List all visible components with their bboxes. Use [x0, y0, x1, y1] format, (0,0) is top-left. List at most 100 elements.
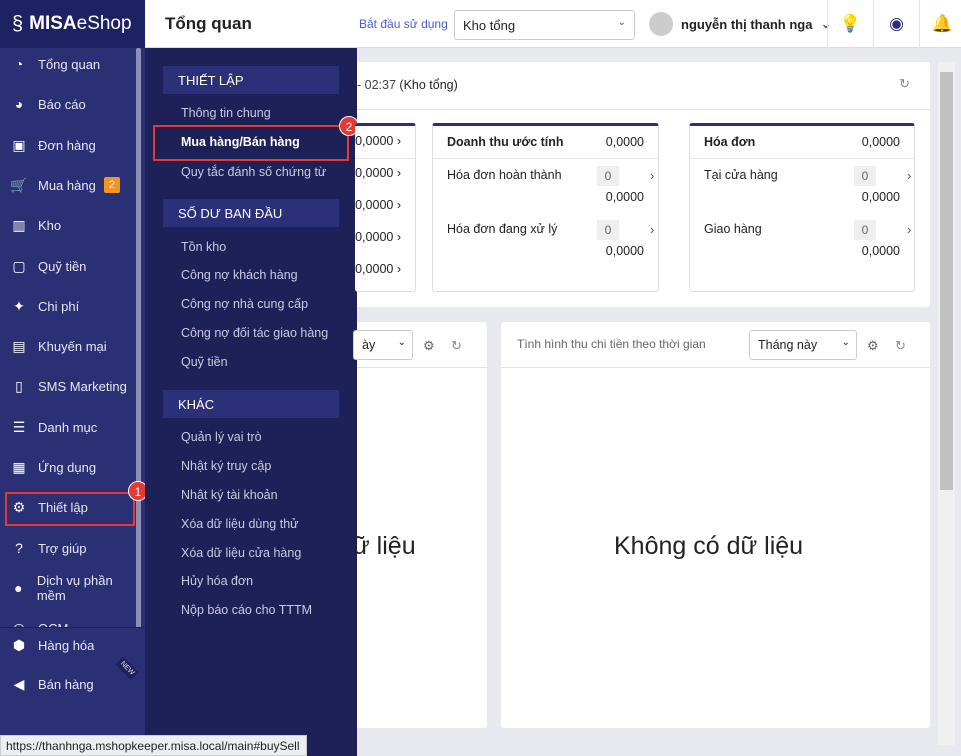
chevron-right-icon: ›	[396, 262, 401, 276]
sidebar-bottom-item-0[interactable]: ⬢ Hàng hóa	[0, 628, 138, 662]
row-label: Giao hàng	[704, 222, 762, 236]
refresh-icon[interactable]: ↻	[899, 76, 910, 92]
row-count: 0	[854, 166, 876, 186]
row-label: Hóa đơn hoàn thành	[447, 168, 562, 182]
gift-icon: ▤	[12, 337, 26, 354]
sidebar-scrollbar[interactable]	[136, 48, 141, 674]
row-count: 0	[597, 166, 619, 186]
cart-icon: 🛒	[10, 176, 28, 193]
sidebar-bottom-item-1[interactable]: ◀ Bán hàng NEW	[0, 656, 139, 701]
summary-value[interactable]: 0,0000 ›	[355, 230, 401, 244]
sidebar-item-8[interactable]: ▯ SMS Marketing	[0, 369, 138, 403]
sidebar-item-1[interactable]: ◕ Báo cáo	[0, 87, 138, 121]
delivery-icon: ▣	[12, 136, 26, 153]
submenu-item[interactable]: Nhật ký tài khoản	[181, 488, 278, 502]
submenu-item[interactable]: Thông tin chung	[181, 106, 271, 120]
row-label: Hóa đơn đang xử lý	[447, 222, 558, 236]
submenu-section-header: SỐ DƯ BAN ĐẦU	[163, 199, 339, 227]
chevron-right-icon[interactable]: ›	[650, 222, 654, 237]
sidebar-item-4[interactable]: ▥ Kho	[0, 208, 138, 242]
sidebar-item-12[interactable]: ? Trợ giúp	[0, 531, 138, 565]
gear-icon[interactable]: ⚙	[423, 338, 435, 354]
refresh-icon[interactable]: ↻	[895, 338, 906, 354]
safe-icon: ▢	[12, 257, 26, 274]
period-select[interactable]: Tháng này ⌄	[749, 330, 857, 360]
sidebar-item-3[interactable]: 🛒 Mua hàng 2	[0, 168, 138, 202]
invoice-card: Hóa đơn 0,0000 Tại cửa hàng 0 › 0,0000 Giao…	[689, 123, 915, 292]
bell-icon[interactable]: 🔔	[919, 0, 961, 48]
apps-icon: ▦	[12, 458, 26, 475]
sell-icon: ◀	[13, 675, 25, 692]
sidebar-item-7[interactable]: ▤ Khuyến mại	[0, 329, 138, 363]
row-amount: 0,0000	[861, 244, 900, 258]
row-amount: 0,0000	[605, 244, 644, 258]
chevron-right-icon[interactable]: ›	[907, 222, 911, 237]
chevron-down-icon: ⌄	[841, 337, 850, 348]
revenue-card: Doanh thu ước tính 0,0000 Hóa đơn hoàn thà…	[432, 123, 659, 292]
submenu-item[interactable]: Nộp báo cáo cho TTTM	[181, 603, 312, 617]
user-menu[interactable]: nguyễn thị thanh nga ⌄	[649, 12, 831, 36]
chevron-right-icon[interactable]: ›	[907, 168, 911, 183]
header: Tổng quan Bắt đầu sử dụng Kho tổng ⌄ nguy…	[145, 0, 961, 48]
card-total: 0,0000	[861, 135, 900, 149]
sidebar-item-5[interactable]: ▢ Quỹ tiền	[0, 249, 138, 283]
gear-icon[interactable]: ⚙	[867, 338, 879, 354]
dashboard-icon: ◔	[14, 56, 24, 72]
chevron-right-icon: ›	[396, 198, 401, 212]
sidebar-item-6[interactable]: ✦ Chi phí	[0, 289, 138, 323]
row-label: Tại cửa hàng	[704, 168, 778, 182]
sidebar-item-0[interactable]: ◔ Tổng quan	[0, 47, 138, 81]
chevron-right-icon: ›	[396, 134, 401, 148]
submenu-item[interactable]: Xóa dữ liệu dùng thử	[181, 517, 299, 531]
store-select[interactable]: Kho tổng ⌄	[454, 10, 635, 40]
card-total: 0,0000	[605, 135, 644, 149]
user-icon: ●	[14, 580, 23, 596]
scrollbar-thumb[interactable]	[940, 72, 953, 490]
sidebar-item-9[interactable]: ☰ Danh mục	[0, 410, 138, 444]
messenger-icon[interactable]: ◉	[873, 0, 919, 48]
period-select[interactable]: ày ⌄	[353, 330, 413, 360]
sidebar-item-10[interactable]: ▦ Ứng dụng	[0, 450, 138, 484]
submenu-item[interactable]: Công nợ khách hàng	[181, 268, 298, 282]
sidebar-item-2[interactable]: ▣ Đơn hàng	[0, 128, 138, 162]
partial-card: 0,0000 › 0,0000 › 0,0000 › 0,0000 › 0,0000 ›	[355, 123, 416, 292]
count-badge: 2	[103, 177, 120, 193]
pie-chart-icon: ◕	[14, 96, 24, 112]
submenu-item[interactable]: Tồn kho	[181, 240, 226, 254]
left-panel: ày ⌄ ⚙ ↻ ữ liệu	[353, 322, 487, 728]
summary-value[interactable]: 0,0000 ›	[355, 198, 401, 212]
submenu-item[interactable]: Xóa dữ liệu cửa hàng	[181, 546, 301, 560]
expense-icon: ✦	[13, 297, 25, 314]
submenu-item[interactable]: Quản lý vai trò	[181, 430, 262, 444]
submenu-item[interactable]: Quy tắc đánh số chứng từ	[181, 165, 326, 179]
summary-value[interactable]: 0,0000 ›	[355, 166, 401, 180]
refresh-icon[interactable]: ↻	[451, 338, 462, 354]
highlight-box	[153, 125, 349, 161]
summary-value[interactable]: 0,0000 ›	[355, 262, 401, 276]
submenu-item[interactable]: Công nợ nhà cung cấp	[181, 297, 308, 311]
logo[interactable]: § MISA eShop	[0, 0, 145, 48]
row-amount: 0,0000	[605, 190, 644, 204]
help-icon: ?	[15, 540, 23, 556]
chevron-right-icon: ›	[396, 166, 401, 180]
submenu-section-header: KHÁC	[163, 390, 339, 418]
sidebar-item-13[interactable]: ● Dịch vụ phần mềm	[0, 571, 138, 605]
submenu-item[interactable]: Nhật ký truy cập	[181, 459, 271, 473]
chevron-right-icon: ›	[396, 230, 401, 244]
chevron-right-icon[interactable]: ›	[650, 168, 654, 183]
submenu-item[interactable]: Công nợ đối tác giao hàng	[181, 326, 328, 340]
phone-icon: ▯	[15, 377, 23, 394]
row-count: 0	[854, 220, 876, 240]
submenu-item[interactable]: Quỹ tiền	[181, 355, 228, 369]
row-count: 0	[597, 220, 619, 240]
submenu-item[interactable]: Hủy hóa đơn	[181, 574, 253, 588]
card-title: Doanh thu ước tính	[447, 135, 564, 149]
get-started-link[interactable]: Bắt đầu sử dụng	[359, 17, 448, 31]
goods-icon: ⬢	[12, 636, 26, 653]
page-title: Tổng quan	[165, 14, 252, 33]
row-amount: 0,0000	[861, 190, 900, 204]
submenu-section-header: THIẾT LẬP	[163, 66, 339, 94]
idea-icon[interactable]: 💡	[827, 0, 873, 48]
summary-value[interactable]: 0,0000 ›	[355, 134, 401, 148]
sidebar-bottom: ⬢ Hàng hóa ◀ Bán hàng NEW	[0, 627, 145, 708]
